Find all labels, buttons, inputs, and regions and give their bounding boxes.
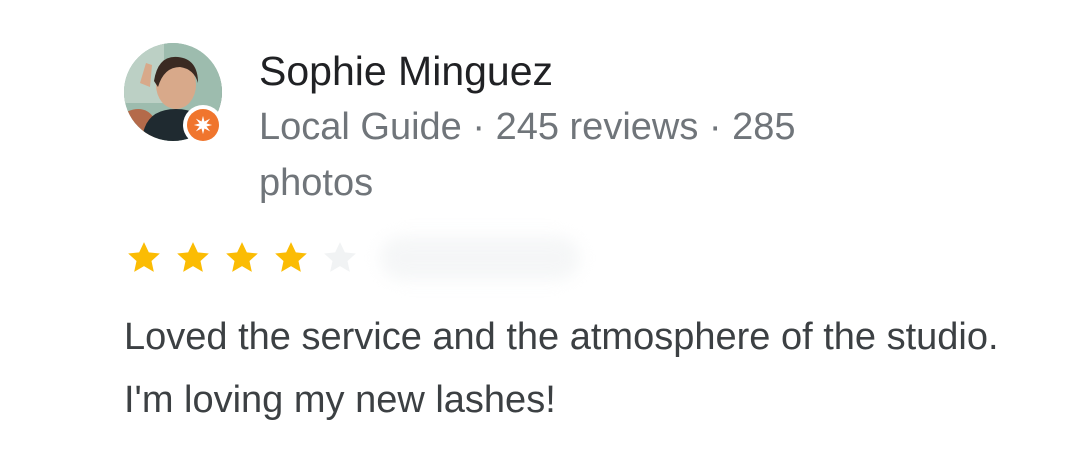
review-card: Sophie Minguez Local Guide · 245 reviews… <box>0 0 1080 464</box>
star-empty-icon <box>324 242 356 272</box>
review-date-redacted <box>380 236 580 280</box>
local-guide-badge <box>183 105 223 145</box>
author-meta[interactable]: Local Guide · 245 reviews · 285 photos <box>259 99 879 211</box>
star-filled-icon <box>275 242 307 272</box>
author-name[interactable]: Sophie Minguez <box>259 46 553 96</box>
star-filled-icon <box>226 242 258 272</box>
star-filled-icon <box>128 242 160 272</box>
star-filled-icon <box>177 242 209 272</box>
review-text: Loved the service and the atmosphere of … <box>124 316 999 421</box>
local-guide-star-icon <box>193 115 213 135</box>
star-rating <box>124 236 369 280</box>
